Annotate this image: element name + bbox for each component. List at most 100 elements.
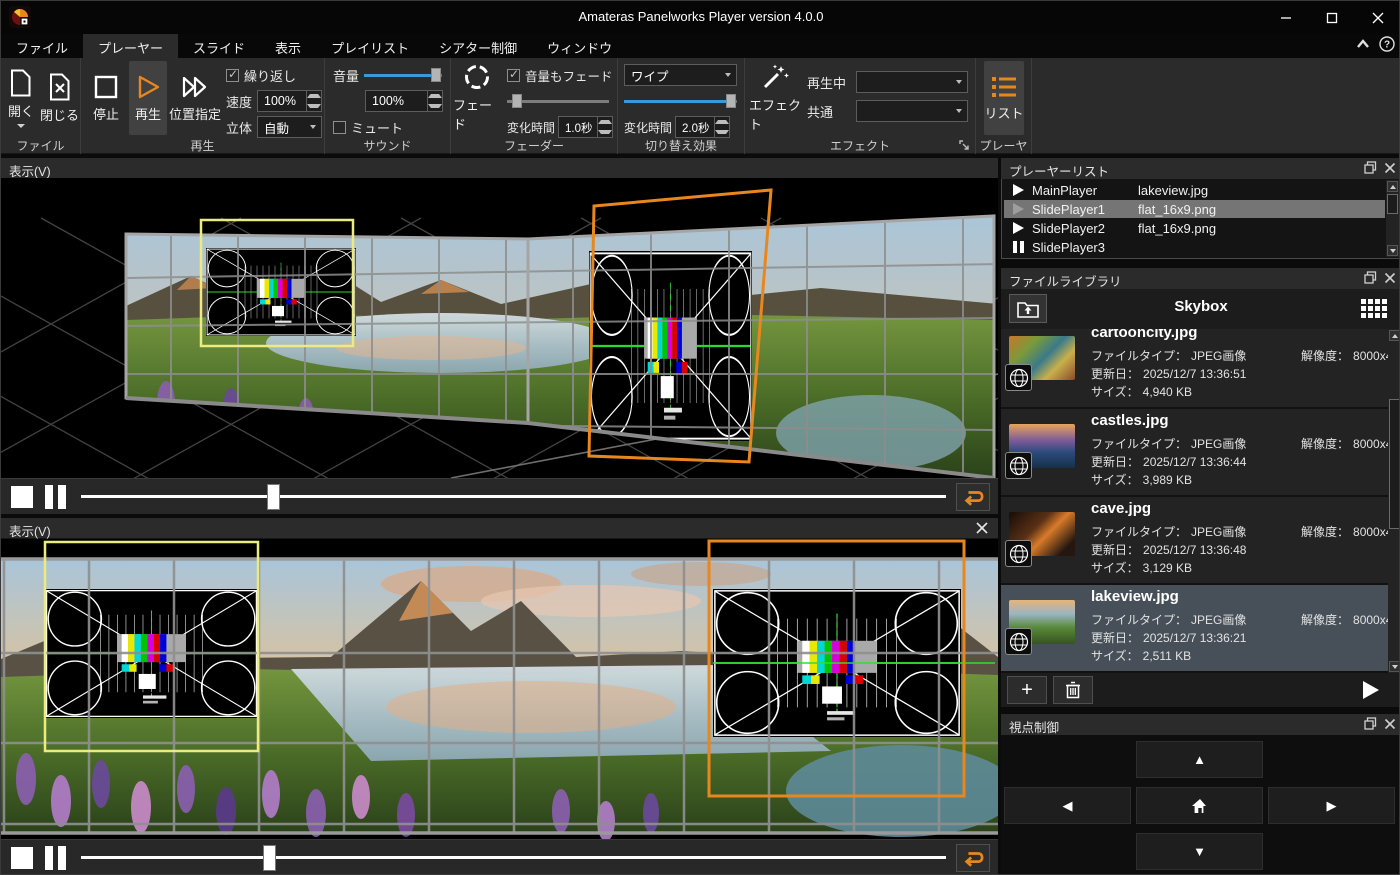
tab-view[interactable]: 表示 — [260, 34, 316, 58]
collapse-ribbon-icon[interactable] — [1355, 37, 1371, 51]
add-file-button[interactable]: + — [1007, 676, 1047, 704]
file-item-cartooncity[interactable]: cartooncity.jpg ファイルタイプ：JPEG画像 解像度：8000x… — [1001, 329, 1388, 409]
vp2-pause-button[interactable] — [45, 846, 67, 870]
ribbon-group-playback: 停止 再生 位置指定 繰り返し 速度 100% — [81, 58, 325, 154]
tab-player[interactable]: プレーヤー — [83, 34, 178, 58]
minimize-button[interactable] — [1263, 1, 1309, 34]
open-button[interactable]: 開く — [3, 61, 39, 135]
stop-button[interactable]: 停止 — [85, 61, 127, 135]
volume-fade-checkbox[interactable] — [507, 69, 520, 82]
volume-up-arrow[interactable] — [428, 91, 442, 101]
globe-icon — [1005, 628, 1032, 655]
vp1-seek-slider[interactable] — [81, 479, 946, 515]
application-window: Amateras Panelworks Player version 4.0.0… — [0, 0, 1400, 875]
transition-type-select[interactable]: ワイプ — [624, 64, 737, 86]
library-play-button[interactable] — [1349, 676, 1393, 704]
tab-slide[interactable]: スライド — [178, 34, 260, 58]
delete-file-button[interactable] — [1053, 676, 1093, 704]
player-list-button[interactable]: リスト — [984, 61, 1024, 135]
file-item-cave[interactable]: cave.jpg ファイルタイプ：JPEG画像 解像度：8000x4000 更新… — [1001, 497, 1388, 585]
fade-duration-down[interactable] — [598, 127, 612, 137]
maximize-button[interactable] — [1309, 1, 1355, 34]
player-row-slideplayer3[interactable]: SlidePlayer3 — [1004, 238, 1385, 256]
look-up-button[interactable]: ▲ — [1136, 741, 1263, 778]
home-icon — [1191, 798, 1209, 814]
test-pattern-left — [206, 248, 356, 336]
viewport2-close-button[interactable] — [972, 519, 992, 537]
transition-duration-spinner[interactable]: 2.0秒 — [675, 116, 730, 138]
fade-duration-row: 変化時間 1.0秒 — [507, 116, 613, 138]
tab-window[interactable]: ウィンドウ — [532, 34, 627, 58]
vp1-pause-button[interactable] — [45, 485, 67, 509]
effect-common-select[interactable] — [856, 100, 968, 122]
transition-duration-down[interactable] — [715, 127, 729, 137]
scroll-down-button[interactable] — [1387, 245, 1398, 256]
seek-position-button[interactable]: 位置指定 — [169, 61, 221, 135]
viewport2-flat-scene[interactable] — [1, 539, 998, 839]
file-list-scrollbar[interactable] — [1388, 329, 1400, 673]
repeat-checkbox[interactable] — [226, 69, 239, 82]
player-list-panel-header[interactable]: プレーヤーリスト — [1001, 158, 1400, 179]
vp2-stop-button[interactable] — [11, 847, 33, 869]
vp1-loop-button[interactable] — [956, 483, 990, 511]
look-down-button[interactable]: ▼ — [1136, 833, 1263, 870]
float-panel-icon[interactable] — [1364, 717, 1377, 730]
mute-checkbox[interactable] — [333, 121, 346, 134]
scroll-up-button[interactable] — [1389, 330, 1400, 341]
vp1-stop-button[interactable] — [11, 486, 33, 508]
viewport2-control-bar — [1, 839, 998, 875]
close-file-button[interactable]: 閉じる — [40, 61, 79, 135]
tab-theater-control[interactable]: シアター制御 — [424, 34, 532, 58]
effect-playing-row: 再生中 — [807, 71, 969, 93]
vp2-loop-button[interactable] — [956, 844, 990, 872]
tab-playlist[interactable]: プレイリスト — [316, 34, 424, 58]
file-item-lakeview[interactable]: lakeview.jpg ファイルタイプ：JPEG画像 解像度：8000x400… — [1001, 585, 1388, 673]
scroll-up-button[interactable] — [1387, 181, 1398, 192]
grid-view-button[interactable] — [1359, 296, 1389, 322]
ribbon-group-file: 開く 閉じる ファイル — [1, 58, 81, 154]
look-left-button[interactable]: ◀ — [1004, 787, 1131, 824]
float-panel-icon[interactable] — [1364, 271, 1377, 284]
effect-playing-select[interactable] — [856, 71, 968, 93]
speed-down-arrow[interactable] — [307, 101, 321, 111]
transition-slider[interactable] — [624, 94, 737, 108]
close-panel-icon[interactable] — [1384, 162, 1396, 174]
player-row-slideplayer2[interactable]: SlidePlayer2 flat_16x9.png — [1004, 219, 1385, 237]
transition-duration-up[interactable] — [715, 117, 729, 127]
speed-up-arrow[interactable] — [307, 91, 321, 101]
player-list-scrollbar[interactable] — [1386, 180, 1399, 257]
vp2-seek-slider[interactable] — [81, 840, 946, 875]
viewport1-3d-scene[interactable] — [1, 178, 998, 478]
chevron-down-icon — [725, 73, 731, 77]
help-icon[interactable]: ? — [1379, 36, 1395, 52]
close-panel-icon[interactable] — [1384, 718, 1396, 730]
volume-slider[interactable] — [364, 68, 442, 82]
stereo-select[interactable]: 自動 — [257, 116, 322, 138]
speed-spinner[interactable]: 100% — [257, 90, 322, 112]
volume-spinner[interactable]: 100% — [365, 90, 443, 112]
effect-button[interactable]: エフェクト — [749, 61, 801, 135]
volume-down-arrow[interactable] — [428, 101, 442, 111]
fade-button[interactable]: フェード — [453, 61, 501, 135]
chevron-down-icon — [956, 109, 962, 113]
viewport2-header: 表示(V) — [1, 518, 998, 538]
player-row-slideplayer1[interactable]: SlidePlayer1 flat_16x9.png — [1004, 200, 1385, 218]
view-home-button[interactable] — [1136, 787, 1263, 824]
look-right-button[interactable]: ▶ — [1268, 787, 1395, 824]
scroll-down-button[interactable] — [1389, 661, 1400, 672]
player-row-mainplayer[interactable]: MainPlayer lakeview.jpg — [1004, 181, 1385, 199]
open-dropdown-caret[interactable] — [17, 124, 25, 128]
tab-file[interactable]: ファイル — [1, 34, 83, 58]
close-panel-icon[interactable] — [1384, 272, 1396, 284]
file-item-castles[interactable]: castles.jpg ファイルタイプ：JPEG画像 解像度：8000x4000… — [1001, 409, 1388, 497]
loop-icon — [962, 848, 984, 868]
file-library-panel-header[interactable]: ファイルライブラリ — [1001, 268, 1400, 289]
close-button[interactable] — [1355, 1, 1400, 34]
float-panel-icon[interactable] — [1364, 161, 1377, 174]
view-control-panel-header[interactable]: 視点制御 — [1001, 714, 1400, 735]
play-button[interactable]: 再生 — [129, 61, 167, 135]
viewport2-title: 表示(V) — [9, 521, 51, 540]
fade-slider[interactable] — [507, 94, 609, 108]
fade-duration-up[interactable] — [598, 117, 612, 127]
fade-duration-spinner[interactable]: 1.0秒 — [558, 116, 613, 138]
